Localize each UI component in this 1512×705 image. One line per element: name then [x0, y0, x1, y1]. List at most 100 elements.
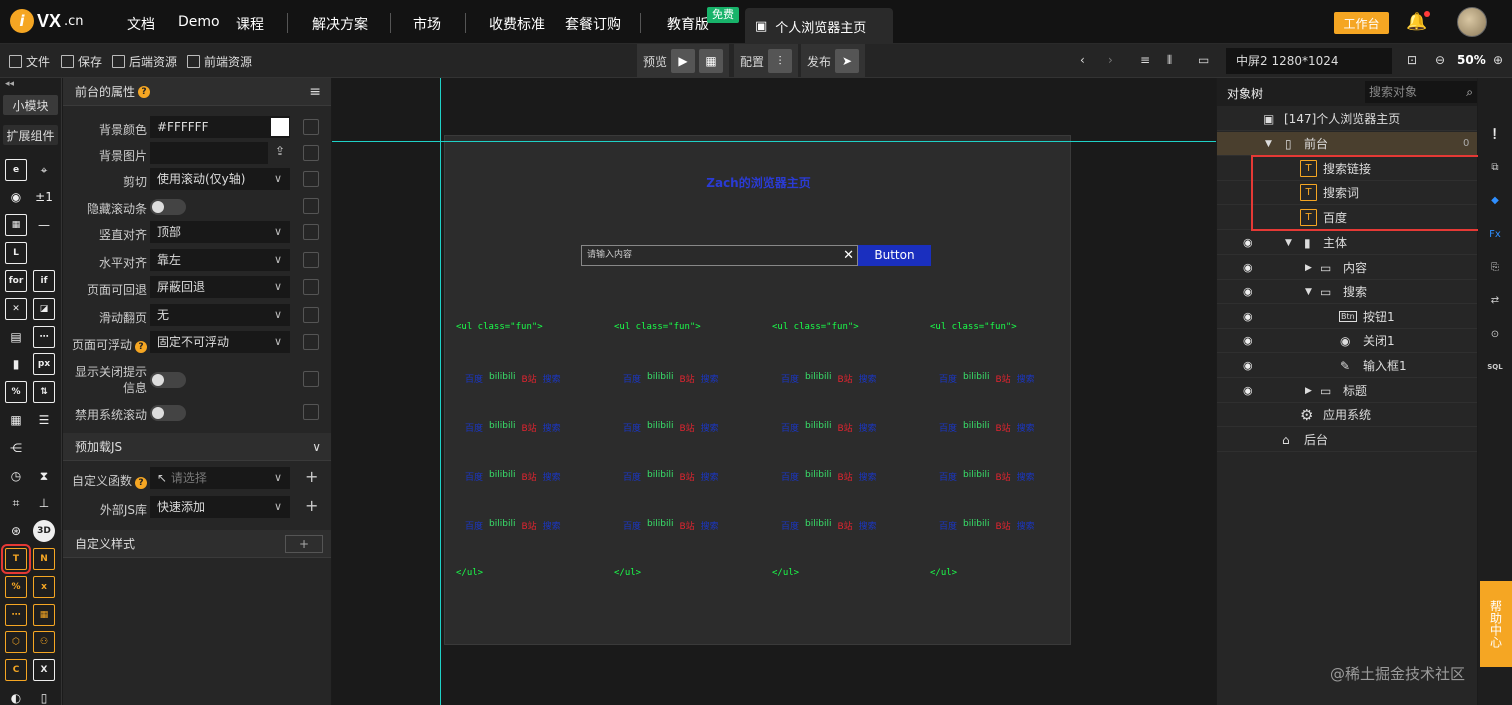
orbit-icon[interactable]: ⊛	[5, 520, 27, 542]
eye-icon[interactable]: ◉	[1243, 236, 1253, 249]
swipe-select[interactable]: 无 ∨	[150, 304, 290, 326]
canvas-page-title[interactable]: Zach的浏览器主页	[445, 174, 1072, 191]
canvas-button[interactable]: Button	[858, 245, 931, 266]
tree-node-front[interactable]: ▼ ▯ 前台 0	[1217, 132, 1477, 156]
tab-object-tree[interactable]: 对象树	[1227, 85, 1263, 102]
nav-docs[interactable]: 文档	[127, 14, 155, 34]
caret-right-icon[interactable]: ▶	[1305, 263, 1312, 273]
more-icon[interactable]: ⋯	[33, 326, 55, 348]
divider-icon[interactable]: —	[33, 214, 55, 236]
caret-down-icon[interactable]: ▼	[1285, 238, 1292, 248]
search-icon[interactable]: ⌕	[1466, 81, 1473, 103]
sliders-icon[interactable]: ⫶	[768, 49, 793, 73]
page-artboard[interactable]: Zach的浏览器主页 请输入内容 ✕ Button <ul class="fun…	[444, 135, 1071, 645]
tree-node-backend[interactable]: ⌂ 后台	[1217, 428, 1477, 452]
hourglass-icon[interactable]: ⧗	[33, 465, 55, 487]
copy-icon[interactable]	[303, 307, 319, 323]
icon-component-icon[interactable]: ◉	[5, 186, 27, 208]
copy-icon[interactable]	[303, 404, 319, 420]
bg-color-field[interactable]: #FFFFFF	[150, 116, 290, 138]
eye-icon[interactable]: ◉	[1243, 334, 1253, 347]
slider-component-icon[interactable]: ▮	[5, 353, 27, 375]
upload-icon[interactable]: ⇪	[275, 144, 285, 158]
object-search-input[interactable]: 搜索对象 ⌕	[1365, 81, 1477, 103]
percent-variable-icon[interactable]: %	[5, 576, 27, 598]
qrcode-icon[interactable]: ▦	[699, 49, 724, 73]
zoom-out-icon[interactable]: ⊖	[1435, 53, 1445, 67]
function-icon[interactable]: Fx	[1487, 226, 1503, 242]
settings-icon[interactable]: ⊙	[1487, 326, 1503, 342]
list-item[interactable]: 百度 bilibili B站 搜索	[781, 519, 877, 532]
info-icon[interactable]: ❕	[1487, 126, 1503, 142]
file-menu[interactable]: 文件	[9, 53, 50, 70]
play-icon[interactable]: ▶	[671, 49, 696, 73]
help-icon[interactable]: ?	[138, 85, 151, 98]
tab-extensions[interactable]: 扩展组件	[3, 125, 58, 145]
close-icon[interactable]: ✕	[843, 246, 854, 265]
structure-variable-icon[interactable]: ⚇	[33, 631, 55, 653]
component-icon[interactable]: ⧉	[1487, 159, 1503, 175]
tree-node-search[interactable]: ◉ ▼ ▭ 搜索	[1217, 280, 1477, 304]
copy-icon[interactable]	[303, 371, 319, 387]
copy-icon[interactable]	[303, 171, 319, 187]
custom-style-header[interactable]: 自定义样式 +	[63, 530, 331, 558]
copy-icon[interactable]	[303, 334, 319, 350]
collapse-icon[interactable]: ◂◂	[5, 79, 14, 89]
list-icon[interactable]: ☰	[33, 409, 55, 431]
zoom-in-icon[interactable]: ⊕	[1493, 53, 1503, 67]
canvas-search-input[interactable]: 请输入内容 ✕	[581, 245, 858, 266]
nav-market[interactable]: 市场	[413, 14, 441, 34]
percent-icon[interactable]: %	[5, 381, 27, 403]
frame-icon[interactable]: ⌗	[5, 492, 27, 514]
for-icon[interactable]: for	[5, 270, 27, 292]
fit-icon[interactable]: ⊡	[1407, 53, 1417, 67]
help-icon[interactable]: ?	[135, 477, 147, 489]
send-icon[interactable]: ➤	[835, 49, 860, 73]
color-swatch[interactable]	[271, 118, 289, 136]
list-item[interactable]: 百度 bilibili B站 搜索	[939, 470, 1035, 483]
if-icon[interactable]: if	[33, 270, 55, 292]
number-variable-icon[interactable]: N	[33, 548, 55, 570]
phone-icon[interactable]: ▯	[33, 687, 55, 705]
frontend-resources-button[interactable]: 前端资源	[187, 53, 252, 70]
ivx-logo[interactable]: i VX .cn	[10, 9, 84, 33]
excel-icon[interactable]: X	[33, 659, 55, 681]
list-item[interactable]: 百度 bilibili B站 搜索	[781, 372, 877, 385]
tree-node-content[interactable]: ◉ ▶ ▭ 内容	[1217, 256, 1477, 280]
caret-right-icon[interactable]: ▶	[1305, 386, 1312, 396]
copy-icon[interactable]	[303, 119, 319, 135]
list-item[interactable]: 百度 bilibili B站 搜索	[781, 470, 877, 483]
copy-icon[interactable]	[303, 224, 319, 240]
add-icon[interactable]: +	[305, 467, 318, 486]
list-item[interactable]: 百度 bilibili B站 搜索	[465, 470, 561, 483]
help-center-button[interactable]: 帮助中心	[1480, 581, 1512, 667]
avatar[interactable]	[1457, 7, 1487, 37]
clip-select[interactable]: 使用滚动(仅y轴) ∨	[150, 168, 290, 190]
close-tip-toggle[interactable]	[150, 372, 186, 388]
compass-icon[interactable]: ◐	[5, 687, 27, 705]
tree-node-title[interactable]: ◉ ▶ ▭ 标题	[1217, 379, 1477, 403]
undo-icon[interactable]: ‹	[1080, 53, 1085, 67]
ext-js-select[interactable]: 快速添加 ∨	[150, 496, 290, 518]
cube-variable-icon[interactable]: ⬡	[5, 631, 27, 653]
live-icon[interactable]: L	[5, 242, 27, 264]
eye-icon[interactable]: ◉	[1243, 261, 1253, 274]
custom-fn-select[interactable]: ↖ 请选择 ∨	[150, 467, 290, 489]
list-item[interactable]: 百度 bilibili B站 搜索	[623, 519, 719, 532]
resolution-select[interactable]: 中屏2 1280*1024	[1226, 48, 1392, 74]
h-align-select[interactable]: 靠左 ∨	[150, 249, 290, 271]
list-item[interactable]: 百度 bilibili B站 搜索	[781, 421, 877, 434]
align-icon[interactable]: ≡	[1140, 53, 1150, 67]
table-icon[interactable]: ▦	[5, 409, 27, 431]
list-item[interactable]: 百度 bilibili B站 搜索	[465, 519, 561, 532]
copy-icon[interactable]: ⎘	[1487, 259, 1503, 275]
menu-icon[interactable]: ≡	[309, 84, 321, 100]
list-item[interactable]: 百度 bilibili B站 搜索	[939, 519, 1035, 532]
grid-component-icon[interactable]: ▤	[5, 326, 27, 348]
tree-node-close[interactable]: ◉ ◉ 关闭1	[1217, 329, 1477, 353]
copy-icon[interactable]	[303, 279, 319, 295]
list-item[interactable]: 百度 bilibili B站 搜索	[465, 372, 561, 385]
backend-resources-button[interactable]: 后端资源	[112, 53, 177, 70]
note-icon[interactable]: ◪	[33, 298, 55, 320]
list-item[interactable]: 百度 bilibili B站 搜索	[623, 372, 719, 385]
